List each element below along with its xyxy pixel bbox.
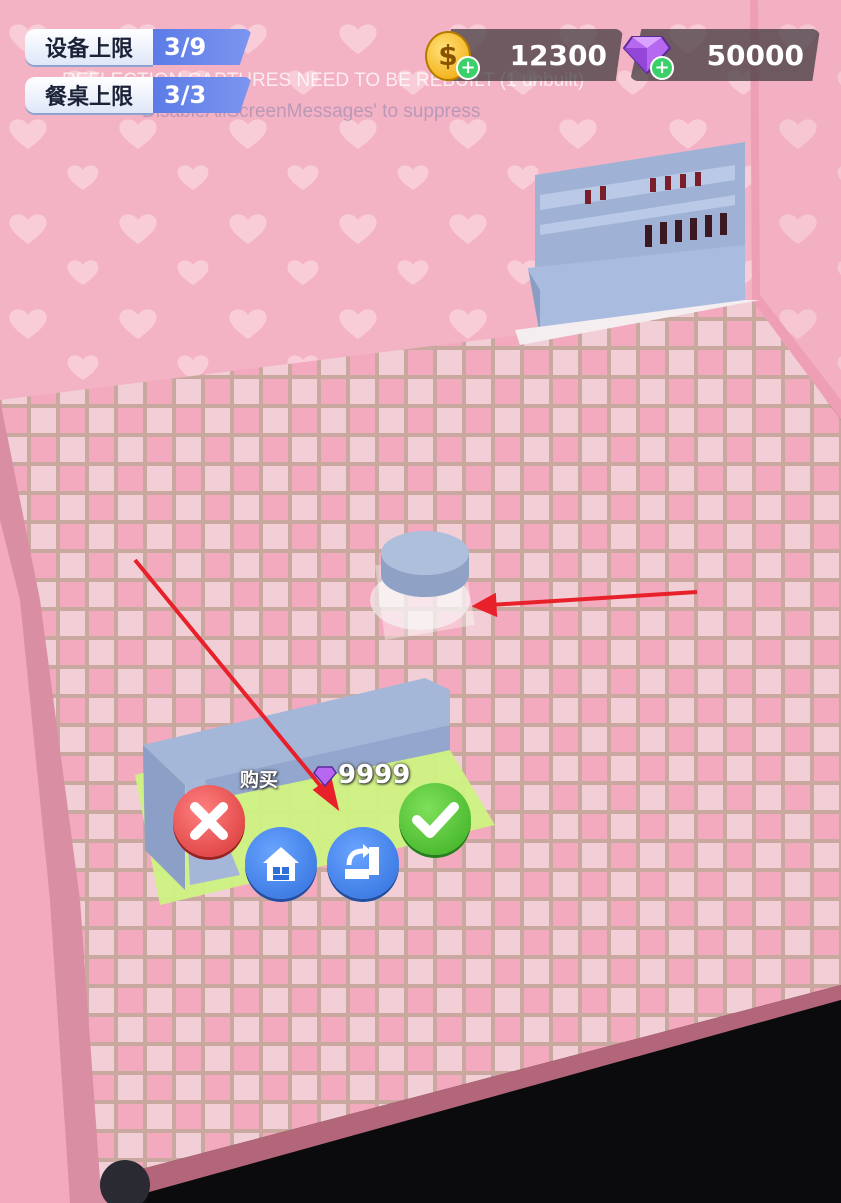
equipment-limit-label: 设备上限 bbox=[25, 29, 153, 65]
table-limit-label: 餐桌上限 bbox=[25, 77, 153, 113]
table-limit-value: 3/3 bbox=[150, 77, 252, 113]
home-icon bbox=[263, 847, 299, 881]
add-gems-button[interactable]: + bbox=[650, 56, 674, 80]
coin-amount: 12300 bbox=[509, 38, 607, 72]
price-gem-icon bbox=[313, 766, 337, 787]
close-icon bbox=[190, 802, 228, 840]
add-coins-button[interactable]: + bbox=[456, 56, 480, 80]
rotate-icon bbox=[345, 844, 379, 879]
buy-label: 购买 bbox=[240, 769, 279, 791]
gem-amount: 50000 bbox=[706, 38, 804, 72]
check-icon bbox=[412, 802, 459, 838]
cancel-button[interactable] bbox=[173, 785, 245, 857]
rotate-button[interactable] bbox=[327, 827, 399, 899]
round-table bbox=[370, 531, 475, 640]
game-scene bbox=[0, 0, 841, 1203]
confirm-button[interactable] bbox=[399, 783, 471, 855]
store-button[interactable] bbox=[245, 827, 317, 899]
equipment-limit-value: 3/9 bbox=[150, 29, 252, 65]
